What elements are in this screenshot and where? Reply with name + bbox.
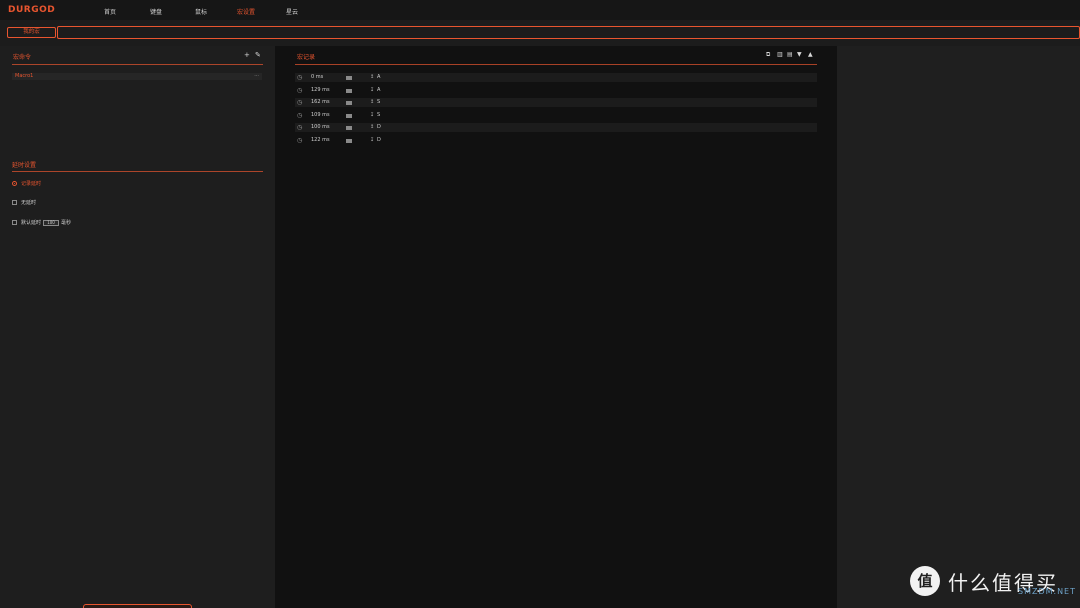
record-key: S [377, 112, 381, 118]
macro-list-item[interactable]: Macro1 ··· [12, 73, 262, 80]
record-key: S [377, 99, 381, 105]
macro-commands-title: 宏命令 [13, 54, 32, 61]
record-key: D [377, 137, 381, 143]
pen-icon[interactable]: ✎ [255, 51, 261, 59]
move-up-icon[interactable]: ▲ [808, 51, 813, 58]
key-event-icon: ↥ [370, 74, 375, 80]
move-down-icon[interactable]: ▼ [797, 51, 802, 58]
brand-logo: DURGOD [8, 5, 56, 15]
key-event-icon: ↧ [370, 87, 375, 93]
macro-commands-divider [12, 64, 263, 65]
record-row[interactable]: ◷ 162 ms ↥ S [295, 98, 817, 107]
nav-item-mouse[interactable]: 鼠标 [195, 7, 207, 16]
macro-tab-strip [57, 26, 1080, 39]
record-time: 162 ms [311, 99, 330, 105]
clock-icon: ◷ [297, 87, 303, 94]
bottom-action-button[interactable] [83, 604, 192, 608]
clock-icon: ◷ [297, 112, 303, 119]
keyboard-icon [346, 76, 352, 80]
nav-item-home[interactable]: 首页 [104, 7, 116, 16]
key-event-icon: ↥ [370, 99, 375, 105]
keyboard-icon [346, 139, 352, 143]
key-event-icon: ↥ [370, 124, 375, 130]
record-time: 0 ms [311, 74, 324, 80]
record-row[interactable]: ◷ 0 ms ↥ A [295, 73, 817, 82]
clock-icon: ◷ [297, 74, 303, 81]
delay-settings-divider [12, 171, 263, 172]
keyboard-icon [346, 126, 352, 130]
left-panel: 宏命令 + ✎ Macro1 ··· 延时设置 记录延时 无延时 默认延时 10… [0, 46, 275, 608]
keyboard-icon [346, 101, 352, 105]
macro-item-name: Macro1 [15, 73, 34, 79]
watermark-badge: 值 [910, 566, 940, 596]
clock-icon: ◷ [297, 137, 303, 144]
nav-item-macro-settings[interactable]: 宏设置 [237, 7, 255, 16]
macro-record-divider [295, 64, 817, 65]
clock-icon: ◷ [297, 99, 303, 106]
record-time: 109 ms [311, 112, 330, 118]
clear-icon[interactable]: ▤ [787, 51, 793, 58]
key-event-icon: ↧ [370, 137, 375, 143]
record-time: 122 ms [311, 137, 330, 143]
default-delay-label: 默认延时 [21, 220, 42, 226]
macro-record-title: 宏记录 [297, 54, 316, 61]
plus-icon[interactable]: + [244, 51, 250, 59]
record-row[interactable]: ◷ 109 ms ↧ S [295, 111, 817, 120]
record-delay-label: 记录延时 [21, 181, 42, 187]
default-delay-input[interactable]: 100 [43, 219, 60, 226]
record-delay-option[interactable]: 记录延时 [12, 180, 41, 187]
record-key: A [377, 87, 381, 93]
no-delay-option[interactable]: 无延时 [12, 199, 36, 206]
keyboard-icon [346, 89, 352, 93]
record-key: A [377, 74, 381, 80]
radio-selected-icon[interactable] [12, 181, 17, 186]
more-icon[interactable]: ··· [254, 73, 259, 80]
keyboard-icon [346, 114, 352, 118]
no-delay-label: 无延时 [21, 200, 37, 206]
nav-item-keyboard[interactable]: 键盘 [150, 7, 162, 16]
right-panel [837, 46, 1080, 608]
top-nav-bar: DURGOD 首页 键盘 鼠标 宏设置 星云 [0, 0, 1080, 20]
nav-item-nebula[interactable]: 星云 [286, 7, 298, 16]
macro-subbar: 我的宏 [0, 20, 1080, 46]
record-row[interactable]: ◷ 129 ms ↧ A [295, 86, 817, 95]
delete-icon[interactable]: ▥ [777, 51, 783, 58]
macro-record-panel: 宏记录 ⧉ ▥ ▤ ▼ ▲ ◷ 0 ms ↥ A ◷ 129 ms ↧ A ◷ … [275, 46, 837, 608]
record-time: 100 ms [311, 124, 330, 130]
my-macro-button[interactable]: 我的宏 [7, 27, 56, 38]
record-key: D [377, 124, 381, 130]
default-delay-checkbox[interactable] [12, 220, 17, 225]
copy-icon[interactable]: ⧉ [766, 51, 770, 59]
record-row[interactable]: ◷ 122 ms ↧ D [295, 136, 817, 145]
delay-settings-title: 延时设置 [12, 162, 37, 169]
default-delay-option[interactable]: 默认延时 100 毫秒 [12, 219, 71, 226]
record-row[interactable]: ◷ 100 ms ↥ D [295, 123, 817, 132]
watermark-sub: SMZDM.NET [1018, 587, 1076, 596]
no-delay-checkbox[interactable] [12, 200, 17, 205]
clock-icon: ◷ [297, 124, 303, 131]
key-event-icon: ↧ [370, 112, 375, 118]
milliseconds-label: 毫秒 [61, 220, 72, 226]
record-time: 129 ms [311, 87, 330, 93]
